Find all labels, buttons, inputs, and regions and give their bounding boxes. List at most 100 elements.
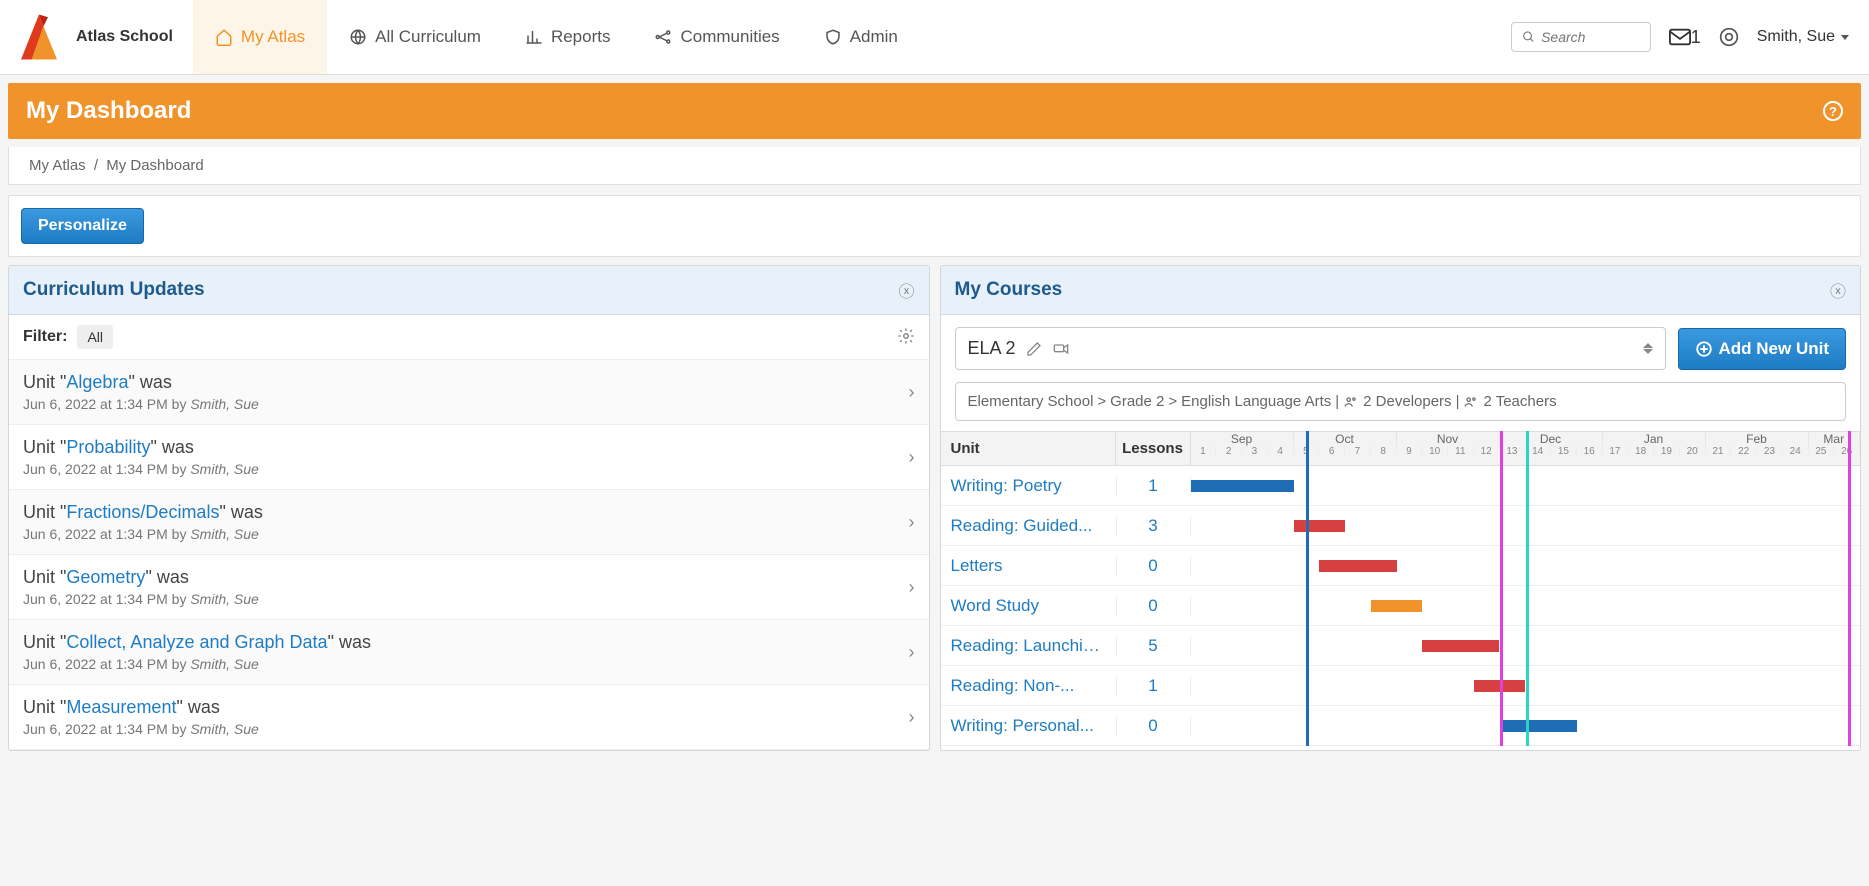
unit-link[interactable]: Writing: Personal... [941, 716, 1116, 736]
mail-badge[interactable]: 1 [1669, 27, 1701, 48]
help-icon[interactable] [1719, 27, 1739, 47]
projector-icon [1052, 341, 1070, 357]
nav-communities[interactable]: Communities [632, 0, 801, 74]
path-school: Elementary School [968, 393, 1094, 410]
timeline-bar[interactable] [1500, 720, 1577, 732]
month-label: Dec [1500, 432, 1603, 446]
breadcrumb-sep: / [94, 157, 98, 174]
school-name: Atlas School [76, 28, 173, 46]
update-item[interactable]: Unit "Fractions/Decimals" was Jun 6, 202… [9, 490, 929, 555]
edit-icon [1026, 341, 1042, 357]
update-title: Unit "Algebra" was [23, 372, 259, 393]
personalize-button[interactable]: Personalize [21, 208, 144, 244]
plus-circle-icon [1695, 340, 1713, 358]
path-developers: 2 Developers [1363, 393, 1451, 410]
chevron-right-icon: › [909, 512, 915, 533]
course-path: Elementary School > Grade 2 > English La… [955, 382, 1847, 421]
nav-reports[interactable]: Reports [503, 0, 633, 74]
chevron-down-icon [1841, 35, 1849, 40]
timeline-header: Unit Lessons SepOctNovDecJanFebMar 12345… [941, 431, 1861, 466]
timeline-marker [1526, 431, 1529, 746]
people-icon [1463, 395, 1479, 409]
update-item[interactable]: Unit "Measurement" was Jun 6, 2022 at 1:… [9, 685, 929, 750]
month-label: Feb [1706, 432, 1809, 446]
update-meta: Jun 6, 2022 at 1:34 PM by Smith, Sue [23, 721, 259, 737]
nav-my-atlas[interactable]: My Atlas [193, 0, 327, 74]
timeline-bar[interactable] [1191, 480, 1294, 492]
search-box[interactable] [1511, 22, 1651, 52]
unit-link[interactable]: Writing: Poetry [941, 476, 1116, 496]
app-header: Atlas School My Atlas All Curriculum Rep… [0, 0, 1869, 75]
add-new-unit-button[interactable]: Add New Unit [1678, 328, 1847, 370]
lessons-count[interactable]: 0 [1116, 596, 1191, 616]
week-label: 19 [1654, 446, 1680, 457]
gear-icon[interactable] [897, 327, 915, 348]
unit-link[interactable]: Reading: Non-... [941, 676, 1116, 696]
timeline-bar[interactable] [1319, 560, 1396, 572]
timeline-bar[interactable] [1294, 520, 1346, 532]
lessons-count[interactable]: 5 [1116, 636, 1191, 656]
filter-label: Filter: [23, 328, 67, 346]
chevron-right-icon: › [909, 707, 915, 728]
update-title: Unit "Geometry" was [23, 567, 259, 588]
col-unit: Unit [941, 432, 1116, 465]
nav-label: Communities [680, 27, 779, 47]
week-label: 6 [1319, 446, 1345, 457]
search-icon [1522, 29, 1535, 45]
week-label: 14 [1525, 446, 1551, 457]
unit-link[interactable]: Reading: Launchin... [941, 636, 1116, 656]
update-item[interactable]: Unit "Algebra" was Jun 6, 2022 at 1:34 P… [9, 360, 929, 425]
timeline-row: Reading: Guided...3 [941, 506, 1861, 546]
course-select[interactable]: ELA 2 [955, 327, 1666, 370]
nav-label: My Atlas [241, 27, 305, 47]
user-name: Smith, Sue [1757, 28, 1835, 46]
user-menu[interactable]: Smith, Sue [1757, 28, 1849, 46]
mail-icon [1669, 28, 1691, 46]
update-meta: Jun 6, 2022 at 1:34 PM by Smith, Sue [23, 526, 263, 542]
lessons-count[interactable]: 0 [1116, 556, 1191, 576]
unit-link[interactable]: Reading: Guided... [941, 516, 1116, 536]
timeline-row: Writing: Personal...0 [941, 706, 1861, 746]
update-item[interactable]: Unit "Collect, Analyze and Graph Data" w… [9, 620, 929, 685]
timeline-bar[interactable] [1371, 600, 1423, 612]
lessons-count[interactable]: 1 [1116, 476, 1191, 496]
search-input[interactable] [1541, 29, 1640, 45]
chart-icon [525, 28, 543, 46]
chevron-right-icon: › [909, 382, 915, 403]
breadcrumb-root[interactable]: My Atlas [29, 157, 86, 174]
chevron-right-icon: › [909, 447, 915, 468]
my-courses-panel: My Courses ⓧ ELA 2 Add New Unit Elementa… [940, 265, 1862, 751]
week-label: 8 [1371, 446, 1397, 457]
lessons-count[interactable]: 1 [1116, 676, 1191, 696]
timeline-row: Reading: Launchin...5 [941, 626, 1861, 666]
timeline-bar[interactable] [1422, 640, 1499, 652]
week-label: 2 [1216, 446, 1242, 457]
help-button[interactable]: ? [1823, 101, 1843, 121]
timeline-row: Writing: Poetry1 [941, 466, 1861, 506]
filter-value[interactable]: All [77, 325, 113, 349]
week-label: 17 [1603, 446, 1629, 457]
lessons-count[interactable]: 3 [1116, 516, 1191, 536]
update-item[interactable]: Unit "Probability" was Jun 6, 2022 at 1:… [9, 425, 929, 490]
close-icon[interactable]: ⓧ [898, 278, 914, 302]
breadcrumb: My Atlas / My Dashboard [8, 147, 1861, 185]
unit-link[interactable]: Letters [941, 556, 1116, 576]
update-item[interactable]: Unit "Geometry" was Jun 6, 2022 at 1:34 … [9, 555, 929, 620]
lessons-count[interactable]: 0 [1116, 716, 1191, 736]
close-icon[interactable]: ⓧ [1830, 278, 1846, 302]
nav-admin[interactable]: Admin [802, 0, 920, 74]
unit-link[interactable]: Word Study [941, 596, 1116, 616]
update-title: Unit "Probability" was [23, 437, 259, 458]
timeline-row: Letters0 [941, 546, 1861, 586]
week-label: 24 [1783, 446, 1809, 457]
nav-all-curriculum[interactable]: All Curriculum [327, 0, 503, 74]
updates-list: Unit "Algebra" was Jun 6, 2022 at 1:34 P… [9, 360, 929, 750]
week-label: 16 [1577, 446, 1603, 457]
panel-title: My Courses [955, 279, 1063, 301]
globe-icon [349, 28, 367, 46]
update-meta: Jun 6, 2022 at 1:34 PM by Smith, Sue [23, 656, 371, 672]
add-label: Add New Unit [1719, 339, 1830, 359]
timeline-marker [1306, 431, 1309, 746]
week-label: 11 [1448, 446, 1474, 457]
logo-area: Atlas School [0, 10, 193, 64]
